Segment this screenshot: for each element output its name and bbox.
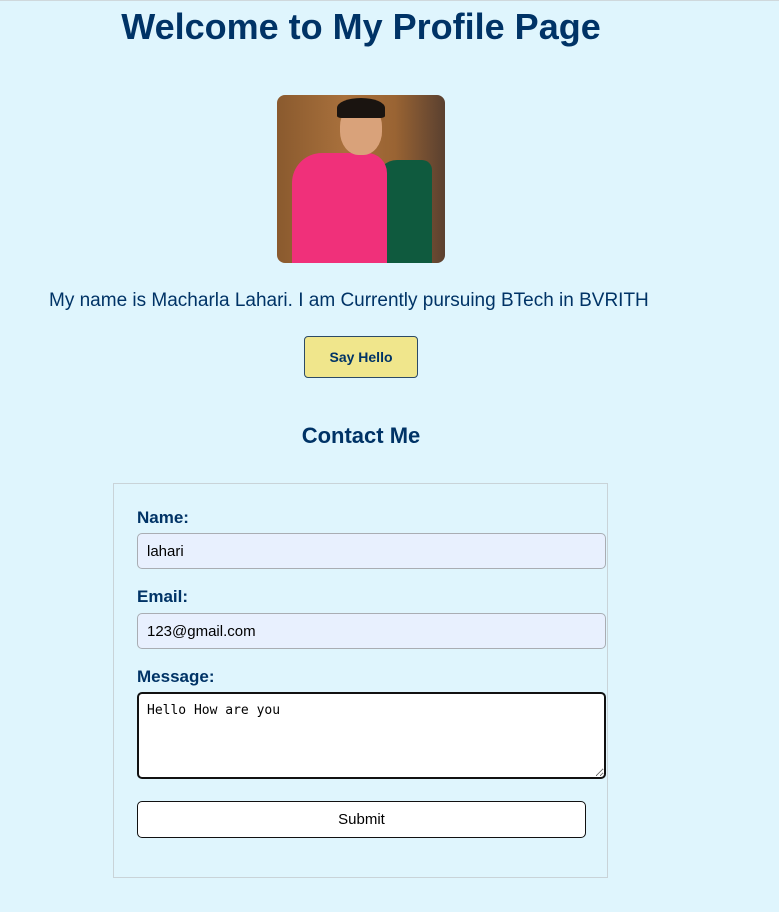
contact-form: Name: Email: Message: Hello How are you … [113, 483, 608, 878]
submit-button[interactable]: Submit [137, 801, 586, 838]
name-input[interactable] [137, 533, 606, 569]
photo-dress [292, 153, 387, 263]
photo-hair [337, 98, 385, 118]
message-label: Message: [137, 667, 215, 686]
name-label: Name: [137, 508, 189, 527]
email-label: Email: [137, 587, 189, 606]
contact-heading: Contact Me [301, 423, 421, 448]
bio-text: My name is Macharla Lahari. I am Current… [49, 290, 649, 311]
page-title: Welcome to My Profile Page [121, 6, 601, 47]
email-input[interactable] [137, 613, 606, 649]
profile-photo [277, 95, 445, 263]
message-textarea[interactable]: Hello How are you [137, 692, 606, 779]
say-hello-button[interactable]: Say Hello [304, 336, 418, 378]
